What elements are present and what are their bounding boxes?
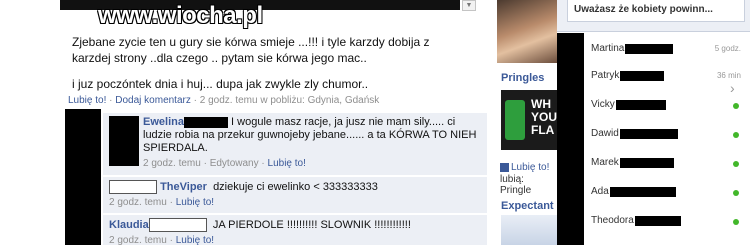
comment-body: Ewelina I wogule masz racje, ja jusz nie… [143, 116, 481, 155]
edited-label[interactable]: Edytowany [210, 158, 259, 169]
online-dot-icon [733, 132, 739, 138]
redaction-bar [65, 109, 101, 245]
ad-column: Pringles WH YOU FLA Lubię to! lubią: Pri… [497, 0, 557, 245]
post-time: 2 godz. temu w pobliżu: Gdynia, Gdańsk [199, 95, 380, 106]
comment-meta: 2 godz. temu · Lubię to! [109, 197, 215, 208]
chat-friend[interactable]: Martina 5 godz. [591, 43, 741, 57]
comment: Klaudia JA PIERDOLE !!!!!!!!!! SLOWNIK !… [103, 215, 487, 245]
chat-friend[interactable]: Ada [591, 186, 741, 200]
ad-photo[interactable] [497, 0, 557, 63]
comment: TheViper dziekuje ci ewelinko < 33333333… [103, 177, 487, 213]
comments-section: Ewelina I wogule masz racje, ja jusz nie… [65, 109, 487, 245]
redacted-avatar [109, 180, 157, 194]
add-comment-link[interactable]: Dodaj komentarz [115, 95, 191, 106]
redaction-bar [557, 33, 584, 245]
redacted-name [148, 218, 207, 232]
friend-name: Patryk [591, 70, 620, 81]
ad-like-label: Lubię to! [511, 162, 550, 173]
post-meta: Lubię to! · Dodaj komentarz · 2 godz. te… [68, 95, 380, 106]
ad-image[interactable] [501, 215, 557, 245]
chat-friend[interactable]: Dawid [591, 128, 741, 142]
ad-image-text: WH YOU FLA [531, 97, 557, 137]
chat-sidebar: Uważasz że kobiety powinn... Martina 5 go… [557, 0, 750, 245]
online-dot-icon [733, 103, 739, 109]
ad-like-button[interactable]: Lubię to! [500, 162, 549, 173]
comment-author[interactable]: Klaudia [109, 219, 149, 231]
comment-body: TheViper dziekuje ci ewelinko < 33333333… [109, 180, 481, 194]
thumbs-up-icon [500, 162, 509, 172]
pringles-can-icon [505, 100, 525, 140]
like-link[interactable]: Lubię to! [268, 158, 306, 169]
redacted-name [619, 128, 678, 139]
post-text: Zjebane zycie ten u gury sie kórwa smiej… [72, 34, 440, 92]
friend-name: Marek [591, 157, 619, 168]
redacted-name [625, 43, 674, 54]
chat-friend[interactable]: Vicky [591, 99, 741, 113]
post-line: i juz poczóntek dnia i huj... dupa jak z… [72, 77, 369, 91]
comment-author[interactable]: TheViper [160, 181, 207, 193]
friend-name: Theodora [591, 215, 634, 226]
ad-title[interactable]: Pringles [501, 72, 544, 84]
online-dot-icon [733, 219, 739, 225]
comment-body: Klaudia JA PIERDOLE !!!!!!!!!! SLOWNIK !… [109, 218, 481, 232]
friend-time: 36 min [716, 71, 741, 80]
like-link[interactable]: Lubię to! [176, 197, 214, 208]
ticker-item[interactable]: Uważasz że kobiety powinn... [567, 0, 745, 22]
redacted-name [619, 157, 674, 168]
like-link[interactable]: Lubię to! [68, 95, 106, 106]
comment-time: 2 godz. temu [109, 235, 167, 245]
avatar [109, 116, 139, 166]
chat-friend[interactable]: Patryk 36 min [591, 70, 741, 84]
friend-name: Vicky [591, 99, 615, 110]
like-link[interactable]: Lubię to! [176, 235, 214, 245]
ad-likes-text: lubią: Pringle [500, 174, 532, 196]
chevron-right-icon[interactable]: › [730, 80, 735, 96]
comment: Ewelina I wogule masz racje, ja jusz nie… [103, 113, 487, 175]
redacted-name [615, 99, 666, 110]
comment-meta: 2 godz. temu · Edytowany · Lubię to! [143, 158, 306, 169]
ad-title[interactable]: Expectant [501, 200, 554, 212]
comment-author[interactable]: Ewelina [143, 116, 184, 128]
chat-friend[interactable]: Marek [591, 157, 741, 171]
comment-text: JA PIERDOLE !!!!!!!!!! SLOWNIK !!!!!!!!!… [212, 218, 411, 231]
friend-name: Martina [591, 43, 625, 54]
redacted-name [634, 215, 681, 226]
comment-text: dziekuje ci ewelinko < 333333333 [213, 180, 378, 193]
comment-time: 2 godz. temu [109, 197, 167, 208]
online-dot-icon [733, 161, 739, 167]
watermark: www.wiocha.pl [98, 2, 263, 29]
chat-friend[interactable]: Theodora [591, 215, 741, 229]
comment-time: 2 godz. temu [143, 158, 201, 169]
redacted-name [620, 70, 665, 81]
post-line: Zjebane zycie ten u gury sie kórwa smiej… [72, 35, 430, 65]
friend-name: Ada [591, 186, 609, 197]
ticker-text: Uważasz że kobiety powinn... [574, 4, 713, 15]
friend-time: 5 godz. [714, 44, 741, 53]
redacted-name [183, 116, 228, 128]
comment-meta: 2 godz. temu · Lubię to! [109, 235, 215, 245]
chat-header: Uważasz że kobiety powinn... [557, 0, 750, 32]
online-dot-icon [733, 190, 739, 196]
redacted-name [609, 186, 676, 197]
chevron-down-icon[interactable]: ▼ [462, 0, 476, 11]
friend-name: Dawid [591, 128, 619, 139]
